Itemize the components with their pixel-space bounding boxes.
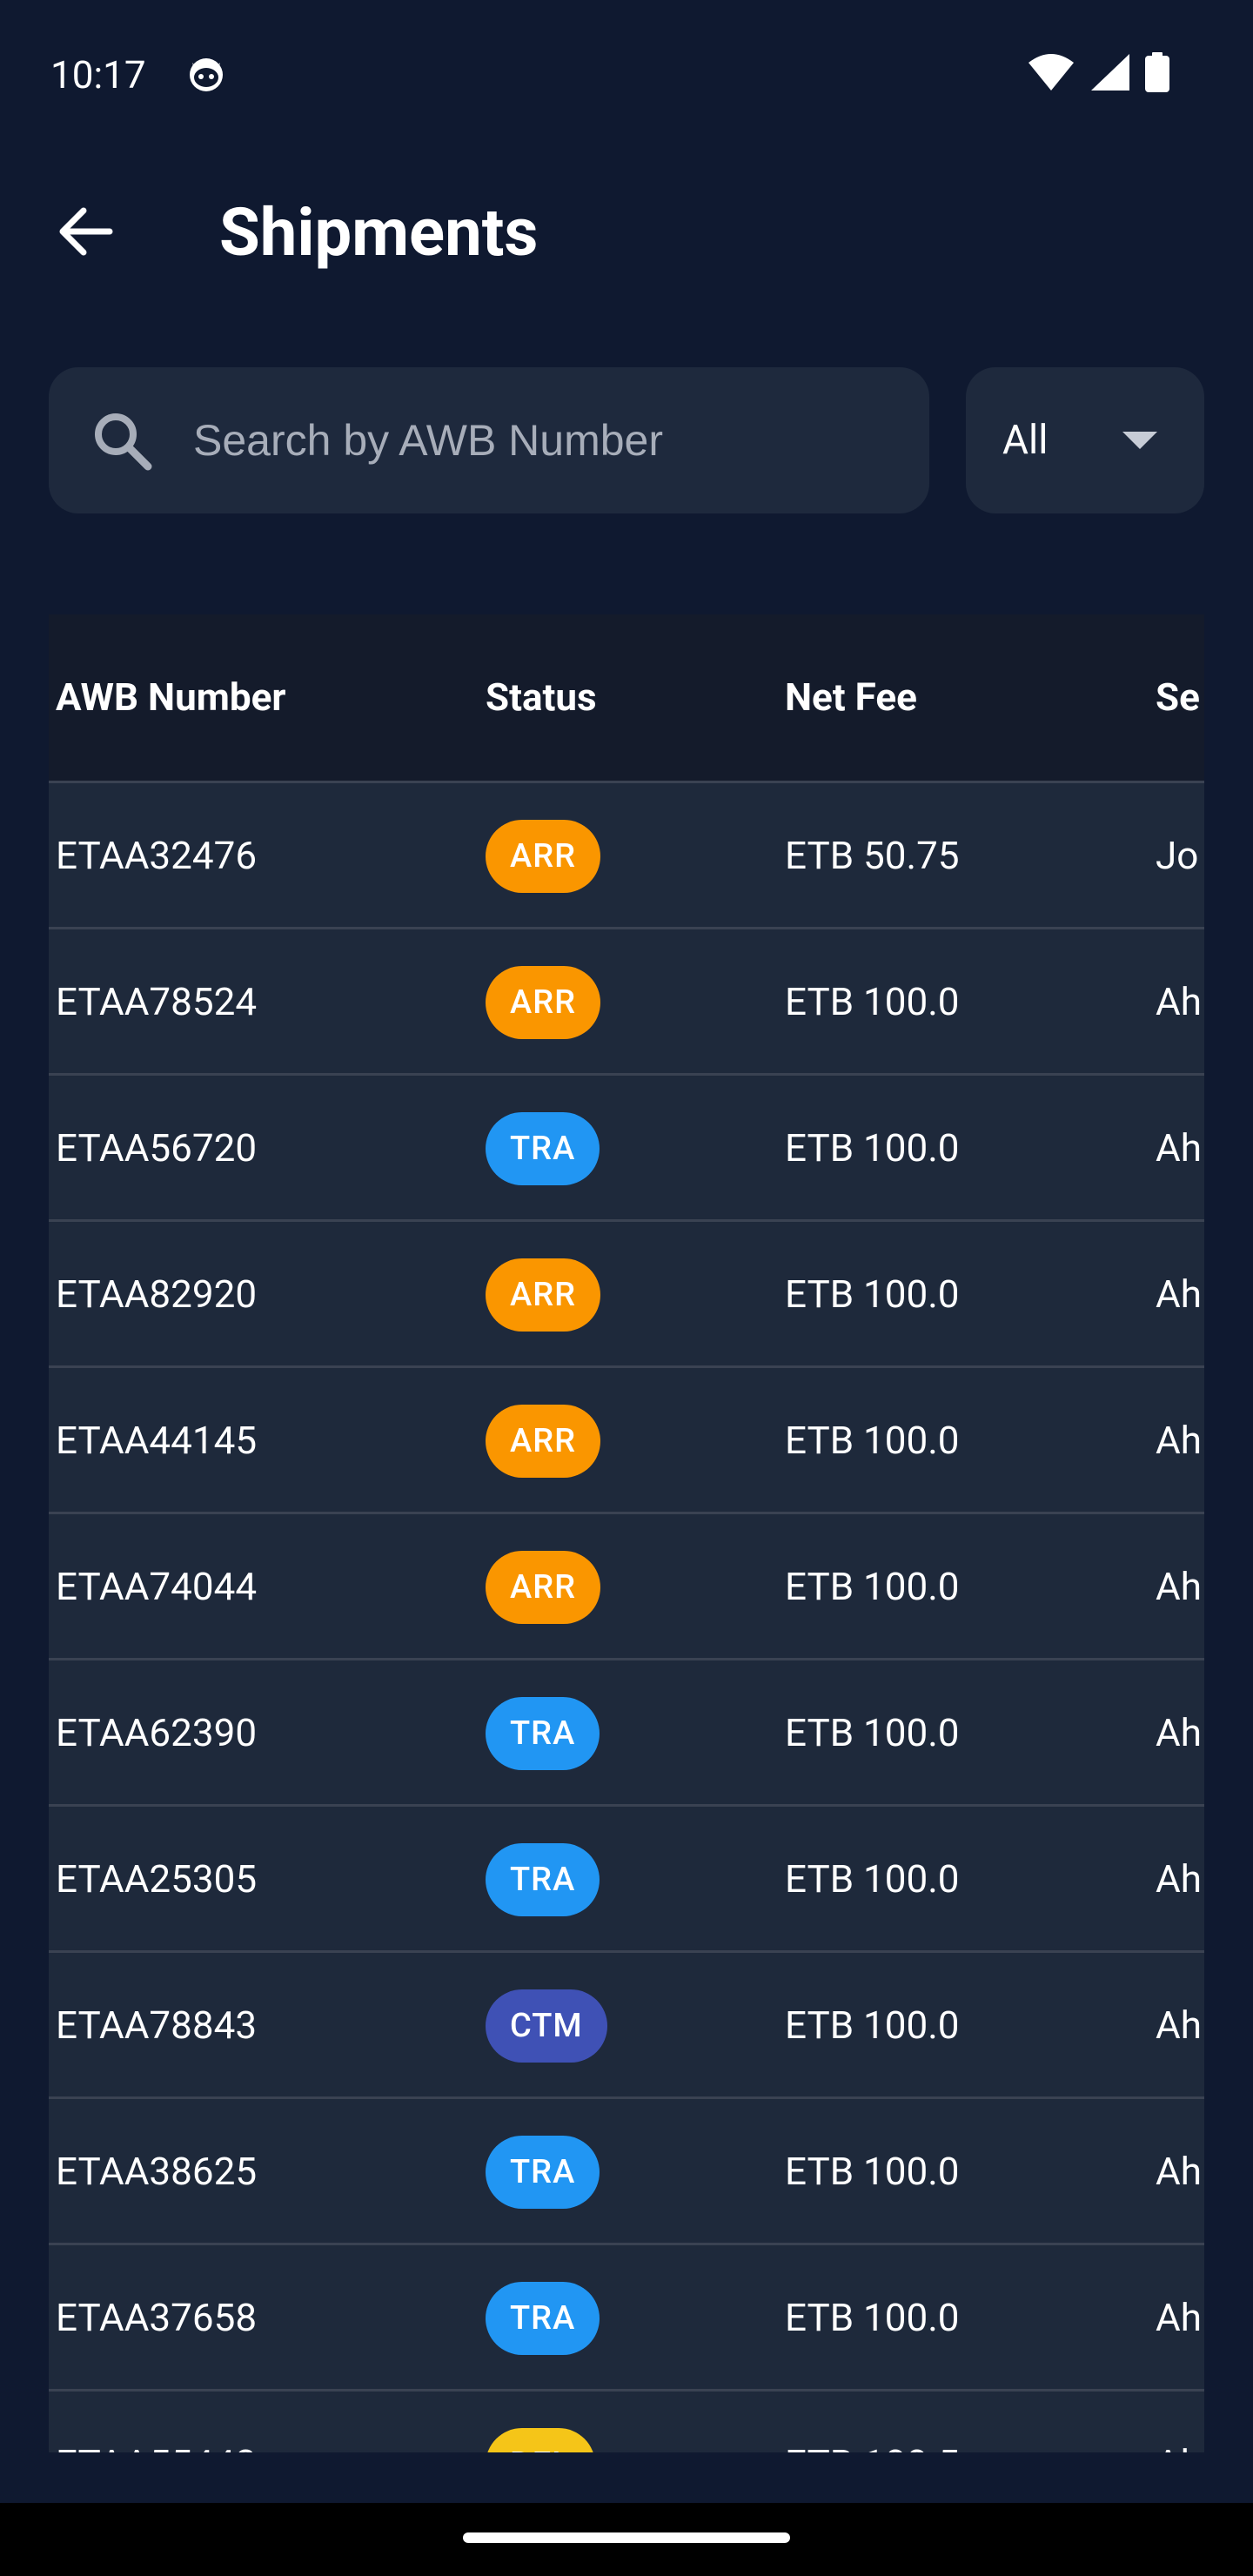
back-button[interactable] [49, 197, 122, 270]
status-bar: 10:17 [0, 0, 1253, 148]
table-row[interactable]: ETAA82920 ARR ETB 100.0 Ah [49, 1222, 1204, 1368]
status-badge: TRA [486, 1697, 600, 1770]
status-badge: ARR [486, 1551, 601, 1624]
caret-down-icon [1116, 423, 1164, 458]
table-row[interactable]: ETAA62390 TRA ETB 100.0 Ah [49, 1660, 1204, 1807]
status-badge: CTM [486, 1989, 607, 2063]
awb-number-cell: ETAA32476 [56, 833, 258, 878]
table-row[interactable]: ETAA25305 TRA ETB 100.0 Ah [49, 1807, 1204, 1953]
status-filter-select[interactable]: All [966, 367, 1204, 513]
net-fee-cell: ETB 50.75 [785, 833, 960, 878]
sender-cell: Jo [1156, 833, 1199, 878]
net-fee-cell: ETB 100.5 [785, 2437, 960, 2452]
page-title: Shipments [219, 193, 539, 272]
sender-cell: Ah [1156, 1125, 1202, 1171]
net-fee-cell: ETB 100.0 [785, 1125, 960, 1171]
status-time: 10:17 [50, 52, 146, 97]
signal-icon [1089, 52, 1131, 96]
net-fee-cell: ETB 100.0 [785, 1856, 960, 1902]
status-badge: ARR [486, 1258, 601, 1332]
search-icon [90, 409, 153, 472]
status-badge: TRA [486, 1843, 600, 1916]
table-row[interactable]: ETAA55443 DEL ETB 100.5 Ah [49, 2392, 1204, 2452]
table-row[interactable]: ETAA37658 TRA ETB 100.0 Ah [49, 2245, 1204, 2392]
net-fee-cell: ETB 100.0 [785, 1418, 960, 1463]
column-header-net-fee: Net Fee [785, 674, 917, 720]
status-badge: ARR [486, 820, 601, 893]
net-fee-cell: ETB 100.0 [785, 2295, 960, 2340]
sender-cell: Ah [1156, 2295, 1202, 2340]
search-input[interactable] [193, 399, 898, 482]
battery-icon [1145, 52, 1169, 96]
table-header: AWB Number Status Net Fee Se [49, 614, 1204, 783]
filter-selected-value: All [1002, 417, 1049, 464]
wifi-icon [1027, 52, 1075, 96]
table-row[interactable]: ETAA78524 ARR ETB 100.0 Ah [49, 929, 1204, 1076]
awb-number-cell: ETAA74044 [56, 1564, 258, 1609]
home-indicator[interactable] [463, 2532, 790, 2543]
table-row[interactable]: ETAA44145 ARR ETB 100.0 Ah [49, 1368, 1204, 1514]
navigation-bar [0, 2503, 1253, 2576]
awb-number-cell: ETAA62390 [56, 1710, 258, 1755]
sender-cell: Ah [1156, 2002, 1202, 2048]
status-badge: TRA [486, 2136, 600, 2209]
table-row[interactable]: ETAA78843 CTM ETB 100.0 Ah [49, 1953, 1204, 2099]
awb-number-cell: ETAA55443 [56, 2437, 257, 2452]
sender-cell: Ah [1156, 1710, 1202, 1755]
column-header-sender: Se [1156, 674, 1200, 720]
awb-number-cell: ETAA82920 [56, 1271, 258, 1317]
sender-cell: Ah [1156, 2149, 1202, 2194]
awb-number-cell: ETAA38625 [56, 2149, 258, 2194]
net-fee-cell: ETB 100.0 [785, 1564, 960, 1609]
status-badge: TRA [486, 2282, 600, 2355]
status-badge: ARR [486, 966, 601, 1039]
awb-number-cell: ETAA37658 [56, 2295, 258, 2340]
net-fee-cell: ETB 100.0 [785, 1271, 960, 1317]
table-row[interactable]: ETAA32476 ARR ETB 50.75 Jo [49, 783, 1204, 929]
sender-cell: Ah [1156, 2437, 1202, 2452]
sender-cell: Ah [1156, 1271, 1202, 1317]
awb-number-cell: ETAA25305 [56, 1856, 258, 1902]
search-box[interactable] [49, 367, 929, 513]
arrow-back-icon [57, 207, 113, 259]
table-row[interactable]: ETAA74044 ARR ETB 100.0 Ah [49, 1514, 1204, 1660]
sender-cell: Ah [1156, 979, 1202, 1024]
status-badge: ARR [486, 1405, 601, 1478]
sender-cell: Ah [1156, 1856, 1202, 1902]
net-fee-cell: ETB 100.0 [785, 1710, 960, 1755]
awb-number-cell: ETAA78524 [56, 979, 258, 1024]
awb-number-cell: ETAA44145 [56, 1418, 258, 1463]
table-row[interactable]: ETAA38625 TRA ETB 100.0 Ah [49, 2099, 1204, 2245]
table-row[interactable]: ETAA56720 TRA ETB 100.0 Ah [49, 1076, 1204, 1222]
status-badge: TRA [486, 1112, 600, 1185]
shipments-table[interactable]: AWB Number Status Net Fee Se ETAA32476 A… [49, 614, 1204, 2452]
cat-face-icon [186, 54, 226, 94]
sender-cell: Ah [1156, 1418, 1202, 1463]
table-body: ETAA32476 ARR ETB 50.75 Jo ETAA78524 ARR… [49, 783, 1204, 2452]
awb-number-cell: ETAA56720 [56, 1125, 258, 1171]
column-header-awb-number: AWB Number [56, 674, 286, 720]
column-header-status: Status [486, 674, 597, 720]
awb-number-cell: ETAA78843 [56, 2002, 258, 2048]
status-badge: DEL [486, 2428, 595, 2452]
sender-cell: Ah [1156, 1564, 1202, 1609]
net-fee-cell: ETB 100.0 [785, 2149, 960, 2194]
net-fee-cell: ETB 100.0 [785, 979, 960, 1024]
net-fee-cell: ETB 100.0 [785, 2002, 960, 2048]
